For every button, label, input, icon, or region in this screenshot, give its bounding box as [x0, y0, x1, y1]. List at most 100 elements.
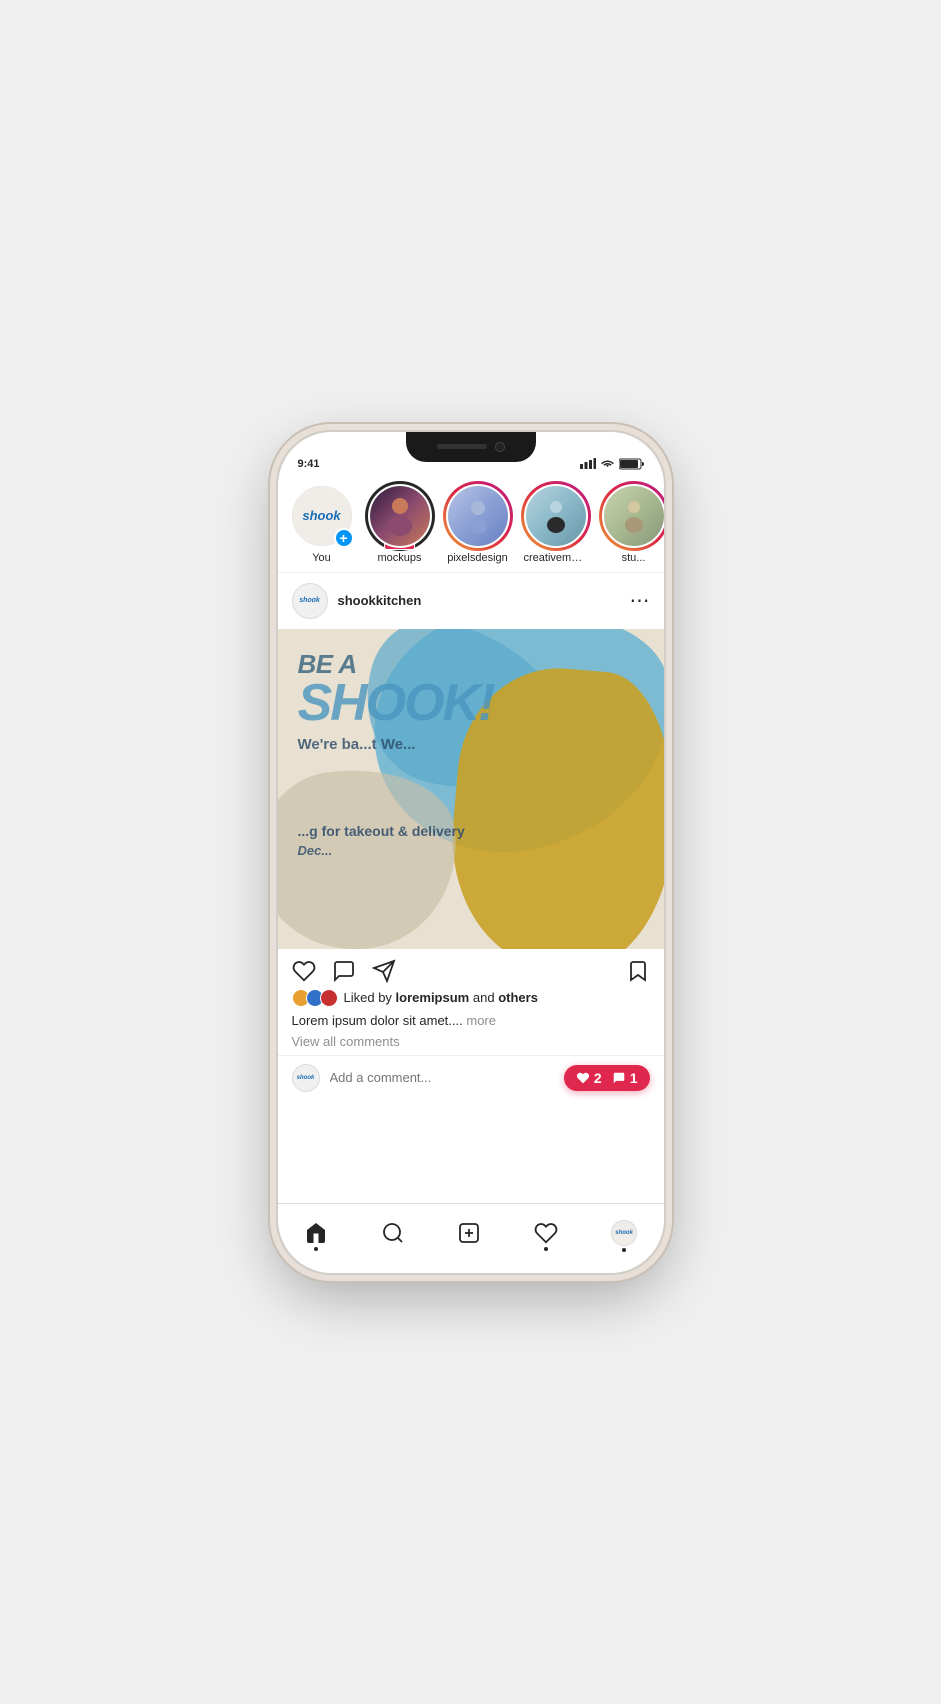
profile-avatar: shook	[611, 1220, 637, 1246]
speaker	[437, 444, 487, 449]
notch	[406, 432, 536, 462]
caption-more[interactable]: more	[466, 1013, 496, 1028]
share-icon	[372, 959, 396, 983]
studio-label: stu...	[622, 552, 646, 564]
studio-person-icon	[624, 498, 644, 533]
mockups-label: mockups	[377, 552, 421, 564]
your-story-label: You	[312, 552, 331, 564]
pixelsdesign-label: pixelsdesign	[447, 552, 508, 564]
creativemarket-person-icon	[546, 498, 566, 533]
time: 9:41	[298, 440, 320, 470]
mockups-avatar-wrap: LIVE	[368, 484, 432, 548]
mockups-person-icon	[385, 496, 415, 536]
nav-profile[interactable]: shook	[611, 1220, 637, 1246]
caption: Lorem ipsum dolor sit amet.... more	[278, 1011, 664, 1032]
creativemarket-label: creativemarket	[524, 552, 588, 564]
pixelsdesign-avatar-wrap	[446, 484, 510, 548]
add-story-button[interactable]: +	[334, 528, 354, 548]
share-button[interactable]	[372, 959, 396, 983]
studio-avatar	[602, 484, 664, 548]
view-comments-link[interactable]: View all comments	[278, 1032, 664, 1055]
mockups-avatar	[368, 484, 432, 548]
story-item-mockups[interactable]: LIVE mockups	[368, 484, 432, 564]
stories-row: shook + You	[278, 476, 664, 573]
search-icon	[381, 1221, 405, 1245]
like-avatar-3	[320, 989, 338, 1007]
wifi-icon	[600, 458, 615, 469]
home-active-dot	[314, 1247, 318, 1251]
creativemarket-avatar-img	[526, 486, 586, 546]
home-icon	[304, 1221, 328, 1245]
likes-text: Liked by loremipsum and others	[344, 990, 538, 1005]
comment-icon	[332, 959, 356, 983]
studio-avatar-wrap	[602, 484, 664, 548]
story-item-you[interactable]: shook + You	[290, 484, 354, 564]
pixelsdesign-avatar	[446, 484, 510, 548]
creativemarket-avatar-wrap	[524, 484, 588, 548]
notif-comments-count: 1	[630, 1070, 638, 1086]
likes-notification: 2	[576, 1070, 602, 1086]
your-story-avatar-wrap: shook +	[290, 484, 354, 548]
notif-heart-icon	[576, 1071, 590, 1085]
pixelsdesign-avatar-img	[448, 486, 508, 546]
your-story-logo: shook	[302, 508, 340, 523]
post-image-canvas: Be a SHOOK! We're ba...t We... ...g for …	[278, 629, 664, 949]
bookmark-button[interactable]	[626, 959, 650, 983]
phone-frame: 9:41	[276, 430, 666, 1275]
activity-heart-icon	[534, 1221, 558, 1245]
story-item-studio[interactable]: stu...	[602, 484, 664, 564]
comment-row: shook 2 1	[278, 1055, 664, 1100]
creativemarket-avatar	[524, 484, 588, 548]
post-avatar-logo: shook	[299, 597, 320, 604]
post-text-overlay: Be a SHOOK! We're ba...t We... ...g for …	[278, 629, 664, 949]
post-actions	[278, 949, 664, 989]
profile-logo: shook	[615, 1230, 633, 1236]
post-header-left: shook shookkitchen	[292, 583, 422, 619]
pixelsdesign-person-icon	[468, 498, 488, 533]
action-icons-left	[292, 959, 396, 983]
like-avatars	[292, 989, 338, 1007]
status-icons	[580, 440, 644, 470]
story-item-pixelsdesign[interactable]: pixelsdesign	[446, 484, 510, 564]
heart-icon	[292, 959, 316, 983]
post-avatar[interactable]: shook	[292, 583, 328, 619]
nav-home[interactable]	[304, 1221, 328, 1245]
activity-active-dot	[544, 1247, 548, 1251]
overlay-sub-text: We're ba...t We...	[298, 736, 644, 753]
notif-likes-count: 2	[594, 1070, 602, 1086]
side-button-power	[664, 632, 666, 712]
camera	[495, 442, 505, 452]
notif-comment-icon	[612, 1071, 626, 1085]
phone-wrapper: 9:41	[261, 422, 681, 1282]
nav-search[interactable]	[381, 1221, 405, 1245]
comment-avatar-logo: shook	[297, 1075, 315, 1081]
nav-activity[interactable]	[534, 1221, 558, 1245]
comments-notification: 1	[612, 1070, 638, 1086]
story-item-creativemarket[interactable]: creativemarket	[524, 484, 588, 564]
bottom-nav: shook	[278, 1203, 664, 1273]
more-options-button[interactable]: ⋯	[630, 591, 650, 611]
like-button[interactable]	[292, 959, 316, 983]
liked-by-user[interactable]: loremipsum	[396, 990, 470, 1005]
signal-icon	[580, 458, 596, 469]
nav-add[interactable]	[457, 1221, 481, 1245]
studio-avatar-img	[604, 486, 664, 546]
post-username[interactable]: shookkitchen	[338, 593, 422, 608]
caption-text: Lorem ipsum dolor sit amet....	[292, 1013, 463, 1028]
post-header: shook shookkitchen ⋯	[278, 573, 664, 629]
battery-icon	[619, 458, 644, 470]
overlay-body-text: ...g for takeout & delivery	[298, 823, 644, 839]
mockups-avatar-img	[370, 486, 430, 546]
liked-by-others: others	[498, 990, 538, 1005]
overlay-date-text: Dec...	[298, 843, 644, 858]
add-icon	[457, 1221, 481, 1245]
comment-button[interactable]	[332, 959, 356, 983]
profile-active-dot	[622, 1248, 626, 1252]
overlay-main-text: SHOOK!	[298, 680, 644, 727]
notification-badge: 2 1	[564, 1065, 650, 1091]
likes-row: Liked by loremipsum and others	[278, 989, 664, 1011]
screen: 9:41	[278, 432, 664, 1273]
comment-avatar: shook	[292, 1064, 320, 1092]
post-image: Be a SHOOK! We're ba...t We... ...g for …	[278, 629, 664, 949]
bookmark-icon	[626, 959, 650, 983]
